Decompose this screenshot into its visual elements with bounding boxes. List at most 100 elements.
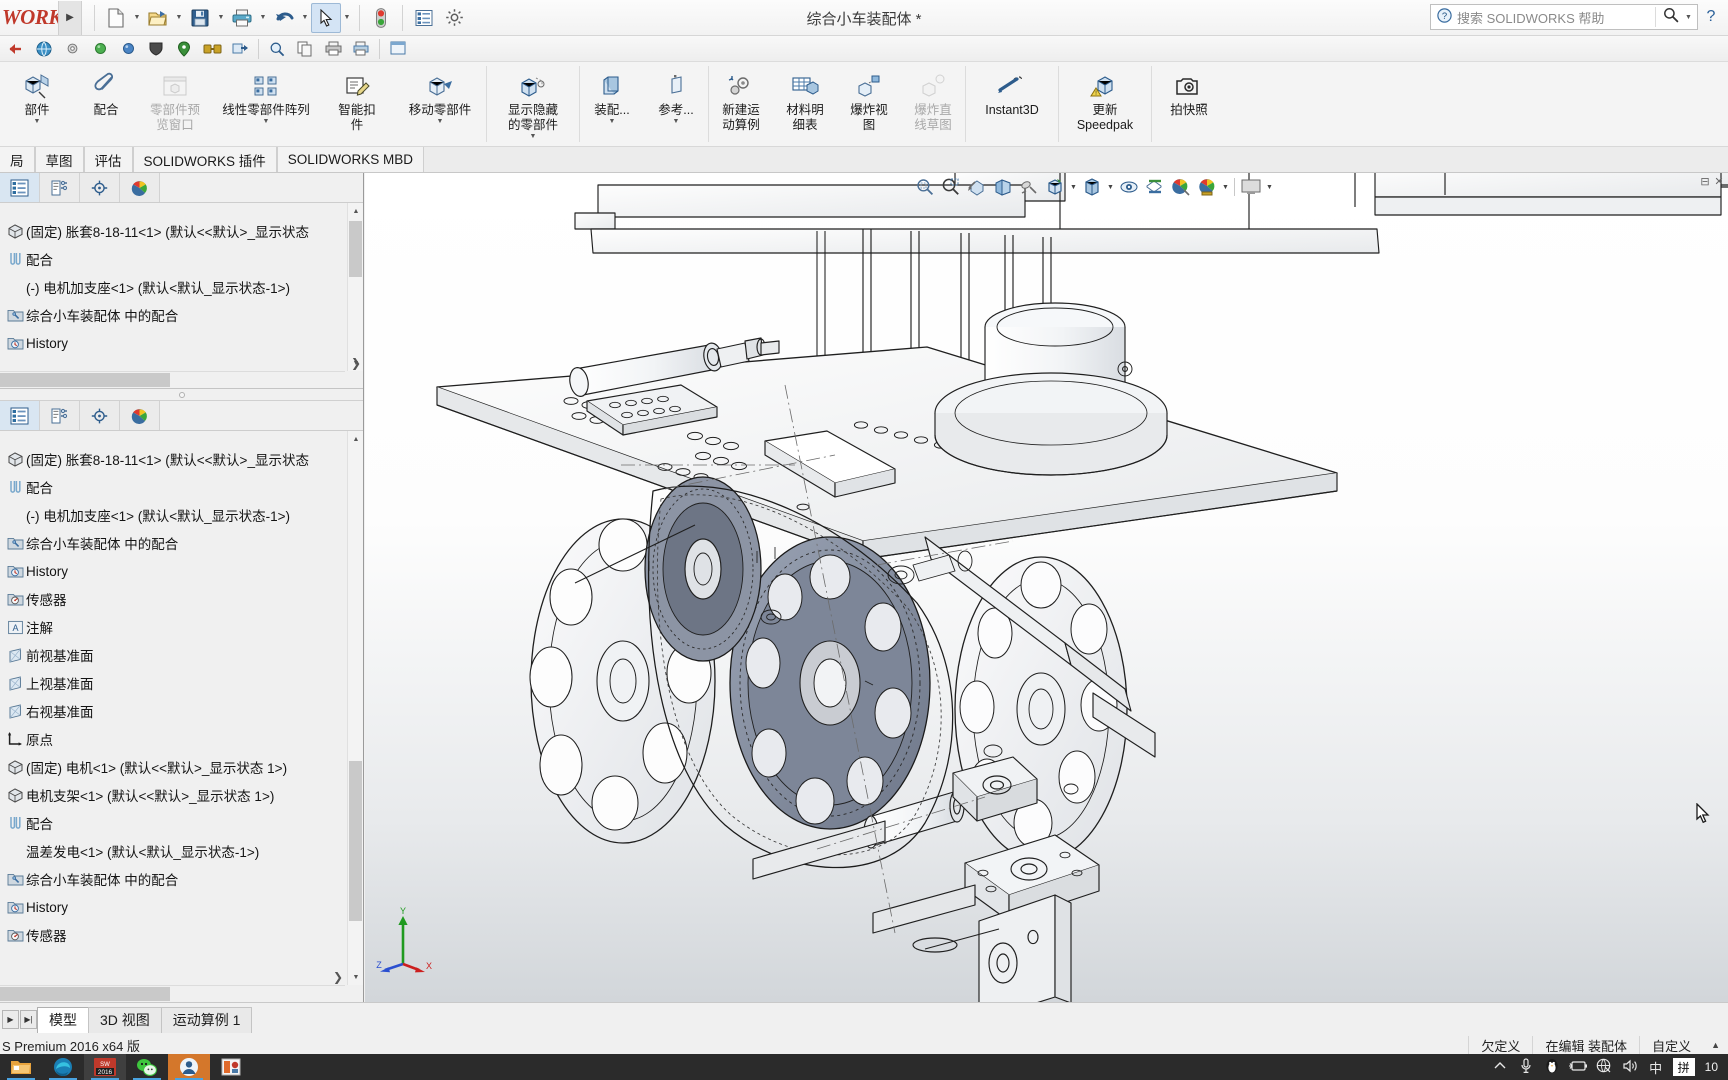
assembly-3d-model[interactable] <box>365 173 1728 1002</box>
configuration-manager-tab-2[interactable] <box>80 401 120 430</box>
chevron-down-icon[interactable]: ▼ <box>1220 184 1231 191</box>
tray-battery-icon[interactable] <box>1565 1060 1591 1075</box>
tree-item[interactable]: 原点 <box>0 725 363 753</box>
tray-ime-mode-icon[interactable]: 中 <box>1643 1058 1669 1077</box>
bottom-tab-motion-study-1[interactable]: 运动算例 1 <box>160 1006 253 1033</box>
search-icon[interactable] <box>1655 7 1685 27</box>
print-small-icon[interactable] <box>319 37 347 61</box>
taskbar-wechat[interactable] <box>126 1054 168 1080</box>
chevron-down-icon[interactable]: ▼ <box>299 3 311 33</box>
marker-icon[interactable] <box>170 37 198 61</box>
bottom-tab-model[interactable]: 模型 <box>37 1006 89 1033</box>
tree-item[interactable]: (固定) 胀套8-18-11<1> (默认<<默认>_显示状态 <box>0 445 363 473</box>
sphere-blue-icon[interactable] <box>114 37 142 61</box>
tree-item[interactable]: 综合小车装配体 中的配合 <box>0 529 363 557</box>
configuration-manager-tab[interactable] <box>80 173 120 202</box>
nav-last-button[interactable]: ▶| <box>20 1010 37 1029</box>
view-orientation-camera-icon[interactable] <box>1016 174 1042 200</box>
ribbon-bill-of-materials[interactable]: 材料明 细表 <box>773 62 837 146</box>
tree-item[interactable]: 电机支架<1> (默认<<默认>_显示状态 1>) <box>0 781 363 809</box>
taskbar-clock[interactable]: 10 <box>1699 1060 1724 1074</box>
sphere-green-icon[interactable] <box>86 37 114 61</box>
arrow-out-icon[interactable] <box>226 37 254 61</box>
ribbon-component-preview[interactable]: 零部件预 览窗口 <box>138 62 212 146</box>
back-arrow-icon[interactable] <box>2 37 30 61</box>
chevron-down-icon[interactable]: ▼ <box>257 3 269 33</box>
tree-item[interactable]: 上视基准面 <box>0 669 363 697</box>
feature-tree-tab-2[interactable] <box>0 401 40 430</box>
tray-show-hidden-icon[interactable] <box>1487 1060 1513 1075</box>
taskbar-edge-browser[interactable] <box>42 1054 84 1080</box>
hide-show-items-icon[interactable] <box>1116 174 1142 200</box>
search-input[interactable]: 搜索 SOLIDWORKS 帮助 <box>1457 8 1655 27</box>
traffic-light-icon[interactable] <box>366 3 396 33</box>
property-manager-tab[interactable] <box>40 173 80 202</box>
tree-item[interactable]: 传感器 <box>0 585 363 613</box>
horizontal-scrollbar-1[interactable] <box>0 371 345 388</box>
tree-item[interactable]: History <box>0 893 363 921</box>
section-view-icon[interactable] <box>990 174 1016 200</box>
status-units[interactable]: 自定义 <box>1639 1035 1703 1055</box>
open-folder-icon[interactable] <box>143 3 173 33</box>
ribbon-assembly-features[interactable]: 装配... ▼ <box>580 62 644 146</box>
view-orientation-cube-icon[interactable] <box>1042 174 1068 200</box>
tray-volume-icon[interactable] <box>1617 1059 1643 1076</box>
tree-item[interactable]: (固定) 电机<1> (默认<<默认>_显示状态 1>) <box>0 753 363 781</box>
scroll-up-arrow-icon[interactable]: ▲ <box>348 203 363 219</box>
tree-expand-right-1[interactable]: ❯ <box>351 356 361 370</box>
tree-item[interactable]: (-) 电机加支座<1> (默认<默认_显示状态-1>) <box>0 501 363 529</box>
status-expand-arrow-icon[interactable]: ▲ <box>1703 1040 1728 1050</box>
ribbon-show-hidden-components[interactable]: 显示隐藏 的零部件 ▼ <box>487 62 579 146</box>
restore-window-icon[interactable]: ⊟ <box>1698 175 1712 188</box>
help-button[interactable]: ? <box>1698 8 1724 26</box>
chevron-down-icon[interactable]: ▼ <box>1068 184 1079 191</box>
tray-microphone-icon[interactable] <box>1513 1057 1539 1077</box>
undo-arrow-icon[interactable] <box>269 3 299 33</box>
feature-tree-2[interactable]: (固定) 胀套8-18-11<1> (默认<<默认>_显示状态 配合 (-) 电机加… <box>0 445 363 949</box>
ribbon-mate[interactable]: 配合 <box>74 62 138 146</box>
ribbon-instant3d[interactable]: Instant3D <box>966 62 1058 146</box>
bottom-tab-3dview[interactable]: 3D 视图 <box>88 1006 162 1033</box>
display-style-icon[interactable] <box>1079 174 1105 200</box>
chevron-down-icon[interactable]: ▼ <box>131 3 143 33</box>
tree-item[interactable]: (固定) 胀套8-18-11<1> (默认<<默认>_显示状态 <box>0 217 363 245</box>
scroll-down-arrow-icon[interactable]: ▼ <box>348 969 363 985</box>
ribbon-move-component[interactable]: 移动零部件 ▼ <box>394 62 486 146</box>
close-window-icon[interactable]: ✕ <box>1712 175 1726 188</box>
tree-item[interactable]: A 注解 <box>0 613 363 641</box>
chevron-down-icon[interactable]: ▼ <box>437 118 444 125</box>
zoom-to-fit-icon[interactable] <box>912 174 938 200</box>
menu-expand-button[interactable]: ▶ <box>58 0 82 35</box>
chevron-down-icon[interactable]: ▼ <box>609 118 616 125</box>
globe-icon[interactable] <box>30 37 58 61</box>
tab-evaluate[interactable]: 评估 <box>83 147 133 172</box>
chevron-down-icon[interactable]: ▼ <box>530 133 537 140</box>
edit-appearance-icon[interactable] <box>1142 174 1168 200</box>
apply-scene-icon[interactable] <box>1168 174 1194 200</box>
scroll-thumb[interactable] <box>0 373 170 387</box>
tree-expand-right-2[interactable]: ❯ <box>333 970 343 984</box>
view-settings-icon[interactable] <box>1194 174 1220 200</box>
previous-view-icon[interactable] <box>964 174 990 200</box>
window-icon[interactable] <box>384 37 412 61</box>
property-manager-tab-2[interactable] <box>40 401 80 430</box>
chevron-down-icon[interactable]: ▼ <box>341 3 353 33</box>
taskbar-office-app[interactable] <box>210 1054 252 1080</box>
tree-item[interactable]: 综合小车装配体 中的配合 <box>0 301 363 329</box>
chevron-down-icon[interactable]: ▼ <box>263 118 270 125</box>
tray-qq-icon[interactable] <box>1539 1058 1565 1077</box>
chevron-down-icon[interactable]: ▼ <box>673 118 680 125</box>
tree-item[interactable]: (-) 电机加支座<1> (默认<默认_显示状态-1>) <box>0 273 363 301</box>
tree-item[interactable]: 配合 <box>0 473 363 501</box>
zoom-circle-icon[interactable] <box>263 37 291 61</box>
tree-item[interactable]: 配合 <box>0 809 363 837</box>
printer-icon[interactable] <box>227 3 257 33</box>
chevron-down-icon[interactable]: ▼ <box>173 3 185 33</box>
tree-item[interactable]: History <box>0 329 363 357</box>
horizontal-scrollbar-2[interactable] <box>0 985 345 1002</box>
taskbar-file-explorer[interactable] <box>0 1054 42 1080</box>
ribbon-new-motion-study[interactable]: 新建运 动算例 <box>709 62 773 146</box>
mouse-pointer-icon[interactable] <box>311 2 341 33</box>
graphics-viewport[interactable]: ▼ ▼ ▼ ▼ ⊟ ✕ Y Z X <box>365 173 1728 1002</box>
zoom-to-area-icon[interactable] <box>938 174 964 200</box>
